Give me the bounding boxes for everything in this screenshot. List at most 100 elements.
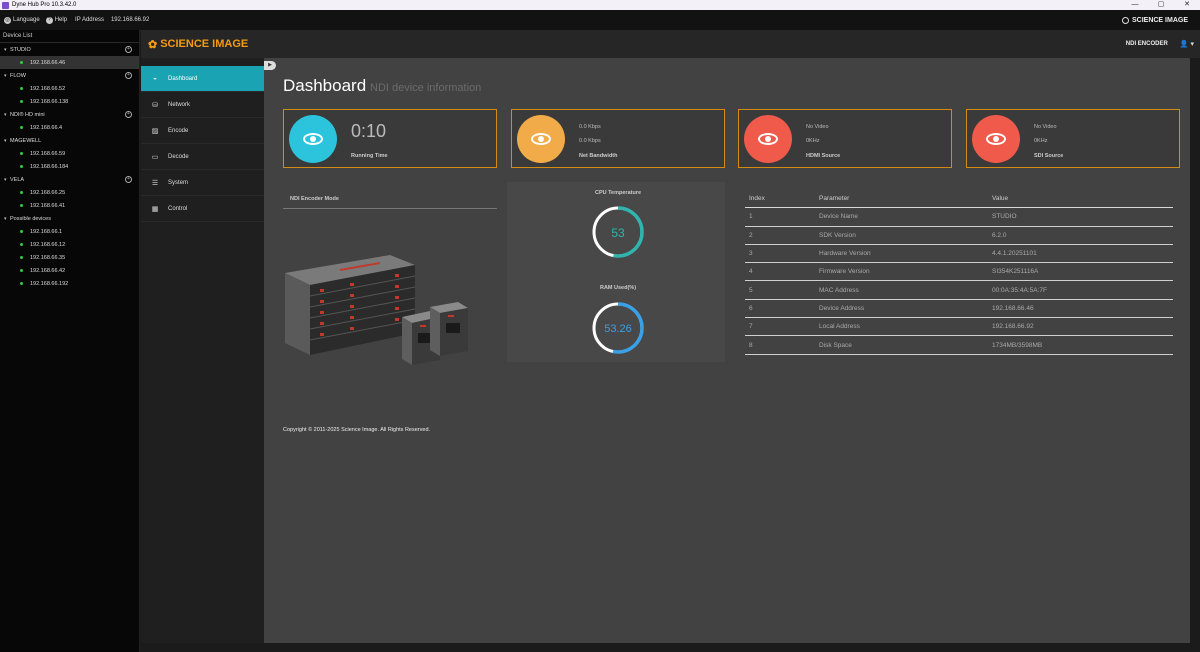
device-item[interactable]: 192.168.66.4 [0, 121, 139, 134]
table-row: 2 SDK Version 6.2.0 [745, 227, 1173, 245]
device-item[interactable]: 192.168.66.46 [0, 56, 139, 69]
nav-decode[interactable]: ▭ Decode [141, 144, 264, 170]
ip-label: IP Address [75, 17, 104, 23]
table-cell: MAC Address [819, 286, 859, 294]
table-cell: 7 [749, 323, 753, 331]
sdi-line2: 0KHz [1034, 138, 1048, 144]
nav-dashboard[interactable]: ◒ Dashboard [141, 66, 264, 92]
brand-text: SCIENCE IMAGE [1131, 16, 1188, 24]
nav-encode[interactable]: ▨ Encode [141, 118, 264, 144]
minimize-button[interactable]: — [1122, 0, 1148, 10]
device-item[interactable]: 192.168.66.1 [0, 225, 139, 238]
device-mode-label: NDI ENCODER [1125, 41, 1168, 47]
ram-used-title: RAM Used(%) [599, 285, 637, 291]
device-list: Device List STUDIO +192.168.66.46 FLOW +192… [0, 30, 140, 652]
running-time-card: 0:10 Running Time [283, 109, 497, 168]
device-list-header: Device List [0, 30, 139, 43]
maximize-button[interactable]: ▢ [1148, 0, 1174, 10]
bandwidth-line1: 0.0 Kbps [579, 124, 601, 130]
user-menu-icon[interactable]: 👤 ▾ [1180, 40, 1194, 48]
ram-used-gauge: 53.26 [592, 302, 644, 354]
add-device-icon[interactable]: + [125, 72, 132, 79]
device-group-label: MAGEWELL [10, 137, 42, 144]
collapse-sidebar-button[interactable]: ▶ [264, 61, 276, 70]
table-header-row: Index Parameter Value [745, 190, 1173, 209]
nav-control[interactable]: ▦ Control [141, 196, 264, 222]
table-cell: 4 [749, 268, 753, 276]
device-item[interactable]: 192.168.66.184 [0, 160, 139, 173]
device-ip: 192.168.66.35 [30, 254, 66, 261]
add-device-icon[interactable]: + [125, 46, 132, 53]
table-cell: 192.168.66.46 [992, 304, 1034, 312]
device-ip: 192.168.66.41 [30, 202, 66, 209]
header-value: Value [992, 195, 1009, 203]
help-menu[interactable]: ? Help [45, 16, 67, 24]
device-item[interactable]: 192.168.66.52 [0, 82, 139, 95]
hdmi-source-card: No Video 0KHz HDMI Source [738, 109, 952, 168]
device-ip: 192.168.66.46 [30, 59, 66, 66]
table-cell: 6 [749, 304, 753, 312]
table-cell: 00:0A:35:4A:5A:7F [992, 286, 1047, 294]
device-item[interactable]: 192.168.66.42 [0, 264, 139, 277]
device-group[interactable]: VELA + [0, 173, 139, 186]
nav-label: Encode [168, 127, 189, 134]
table-cell: Device Address [819, 304, 865, 312]
table-cell: 4.4.1.20251101 [992, 250, 1037, 258]
device-item[interactable]: 192.168.66.192 [0, 277, 139, 290]
language-label: Language [13, 17, 40, 23]
device-group-label: STUDIO [10, 46, 31, 53]
network-icon: ⛁ [152, 101, 158, 109]
table-cell: Local Address [819, 323, 860, 331]
device-item[interactable]: 192.168.66.35 [0, 251, 139, 264]
device-group-label: FLOW [10, 72, 26, 79]
hdmi-line1: No Video [806, 124, 829, 130]
close-button[interactable]: ✕ [1174, 0, 1200, 10]
decode-icon: ▭ [151, 153, 159, 161]
language-menu[interactable]: ◎ Language [4, 16, 40, 24]
eye-icon [289, 115, 337, 163]
table-row: 1 Device Name STUDIO [745, 208, 1173, 227]
device-item[interactable]: 192.168.66.25 [0, 186, 139, 199]
add-device-icon[interactable]: + [125, 111, 132, 118]
table-row: 6 Device Address 192.168.66.46 [745, 300, 1173, 319]
device-ip: 192.168.66.1 [30, 228, 63, 235]
device-group[interactable]: FLOW + [0, 69, 139, 82]
logo-text: SCIENCE IMAGE [160, 38, 249, 50]
science-image-logo: ✿ SCIENCE IMAGE [148, 38, 248, 51]
top-menubar: ◎ Language ? Help IP Address 192.168.66.… [0, 10, 1200, 30]
table-cell: Firmware Version [819, 268, 870, 276]
device-ip: 192.168.66.138 [30, 98, 69, 105]
sdi-line1: No Video [1034, 124, 1057, 130]
eye-icon [744, 115, 792, 163]
nav-system[interactable]: ☰ System [141, 170, 264, 196]
bandwidth-line2: 0.0 Kbps [579, 138, 601, 144]
brand-logo: SCIENCE IMAGE [1121, 16, 1188, 24]
device-group[interactable]: MAGEWELL [0, 134, 139, 147]
device-hardware-image [285, 255, 468, 365]
gear-icon: ✿ [148, 38, 158, 51]
sdi-label: SDI Source [1034, 153, 1064, 159]
table-cell: 2 [749, 231, 753, 239]
device-group[interactable]: STUDIO + [0, 43, 139, 56]
brand-icon [1121, 16, 1129, 24]
header-parameter: Parameter [819, 195, 850, 203]
device-item[interactable]: 192.168.66.138 [0, 95, 139, 108]
device-item[interactable]: 192.168.66.12 [0, 238, 139, 251]
table-row: 8 Disk Space 1734MB/3598MB [745, 336, 1173, 355]
nav-network[interactable]: ⛁ Network [141, 92, 264, 118]
table-cell: SI354K251116A [992, 268, 1039, 276]
eye-icon [517, 115, 565, 163]
running-time-label: Running Time [351, 153, 388, 159]
bottom-margin [141, 643, 1200, 652]
table-cell: STUDIO [992, 213, 1017, 221]
table-cell: 1734MB/3598MB [992, 341, 1043, 349]
device-group[interactable]: Possible devices [0, 212, 139, 225]
device-item[interactable]: 192.168.66.41 [0, 199, 139, 212]
device-group[interactable]: NDI® HD mini + [0, 108, 139, 121]
device-info-table: Index Parameter Value 1 Device Name STUDIO… [745, 190, 1173, 355]
table-body: 1 Device Name STUDIO 2 SDK Version 6.2.0 3 Hard… [745, 208, 1173, 355]
window-controls: — ▢ ✕ [1122, 0, 1200, 10]
device-item[interactable]: 192.168.66.59 [0, 147, 139, 160]
table-row: 7 Local Address 192.168.66.92 [745, 318, 1173, 337]
add-device-icon[interactable]: + [125, 176, 132, 183]
